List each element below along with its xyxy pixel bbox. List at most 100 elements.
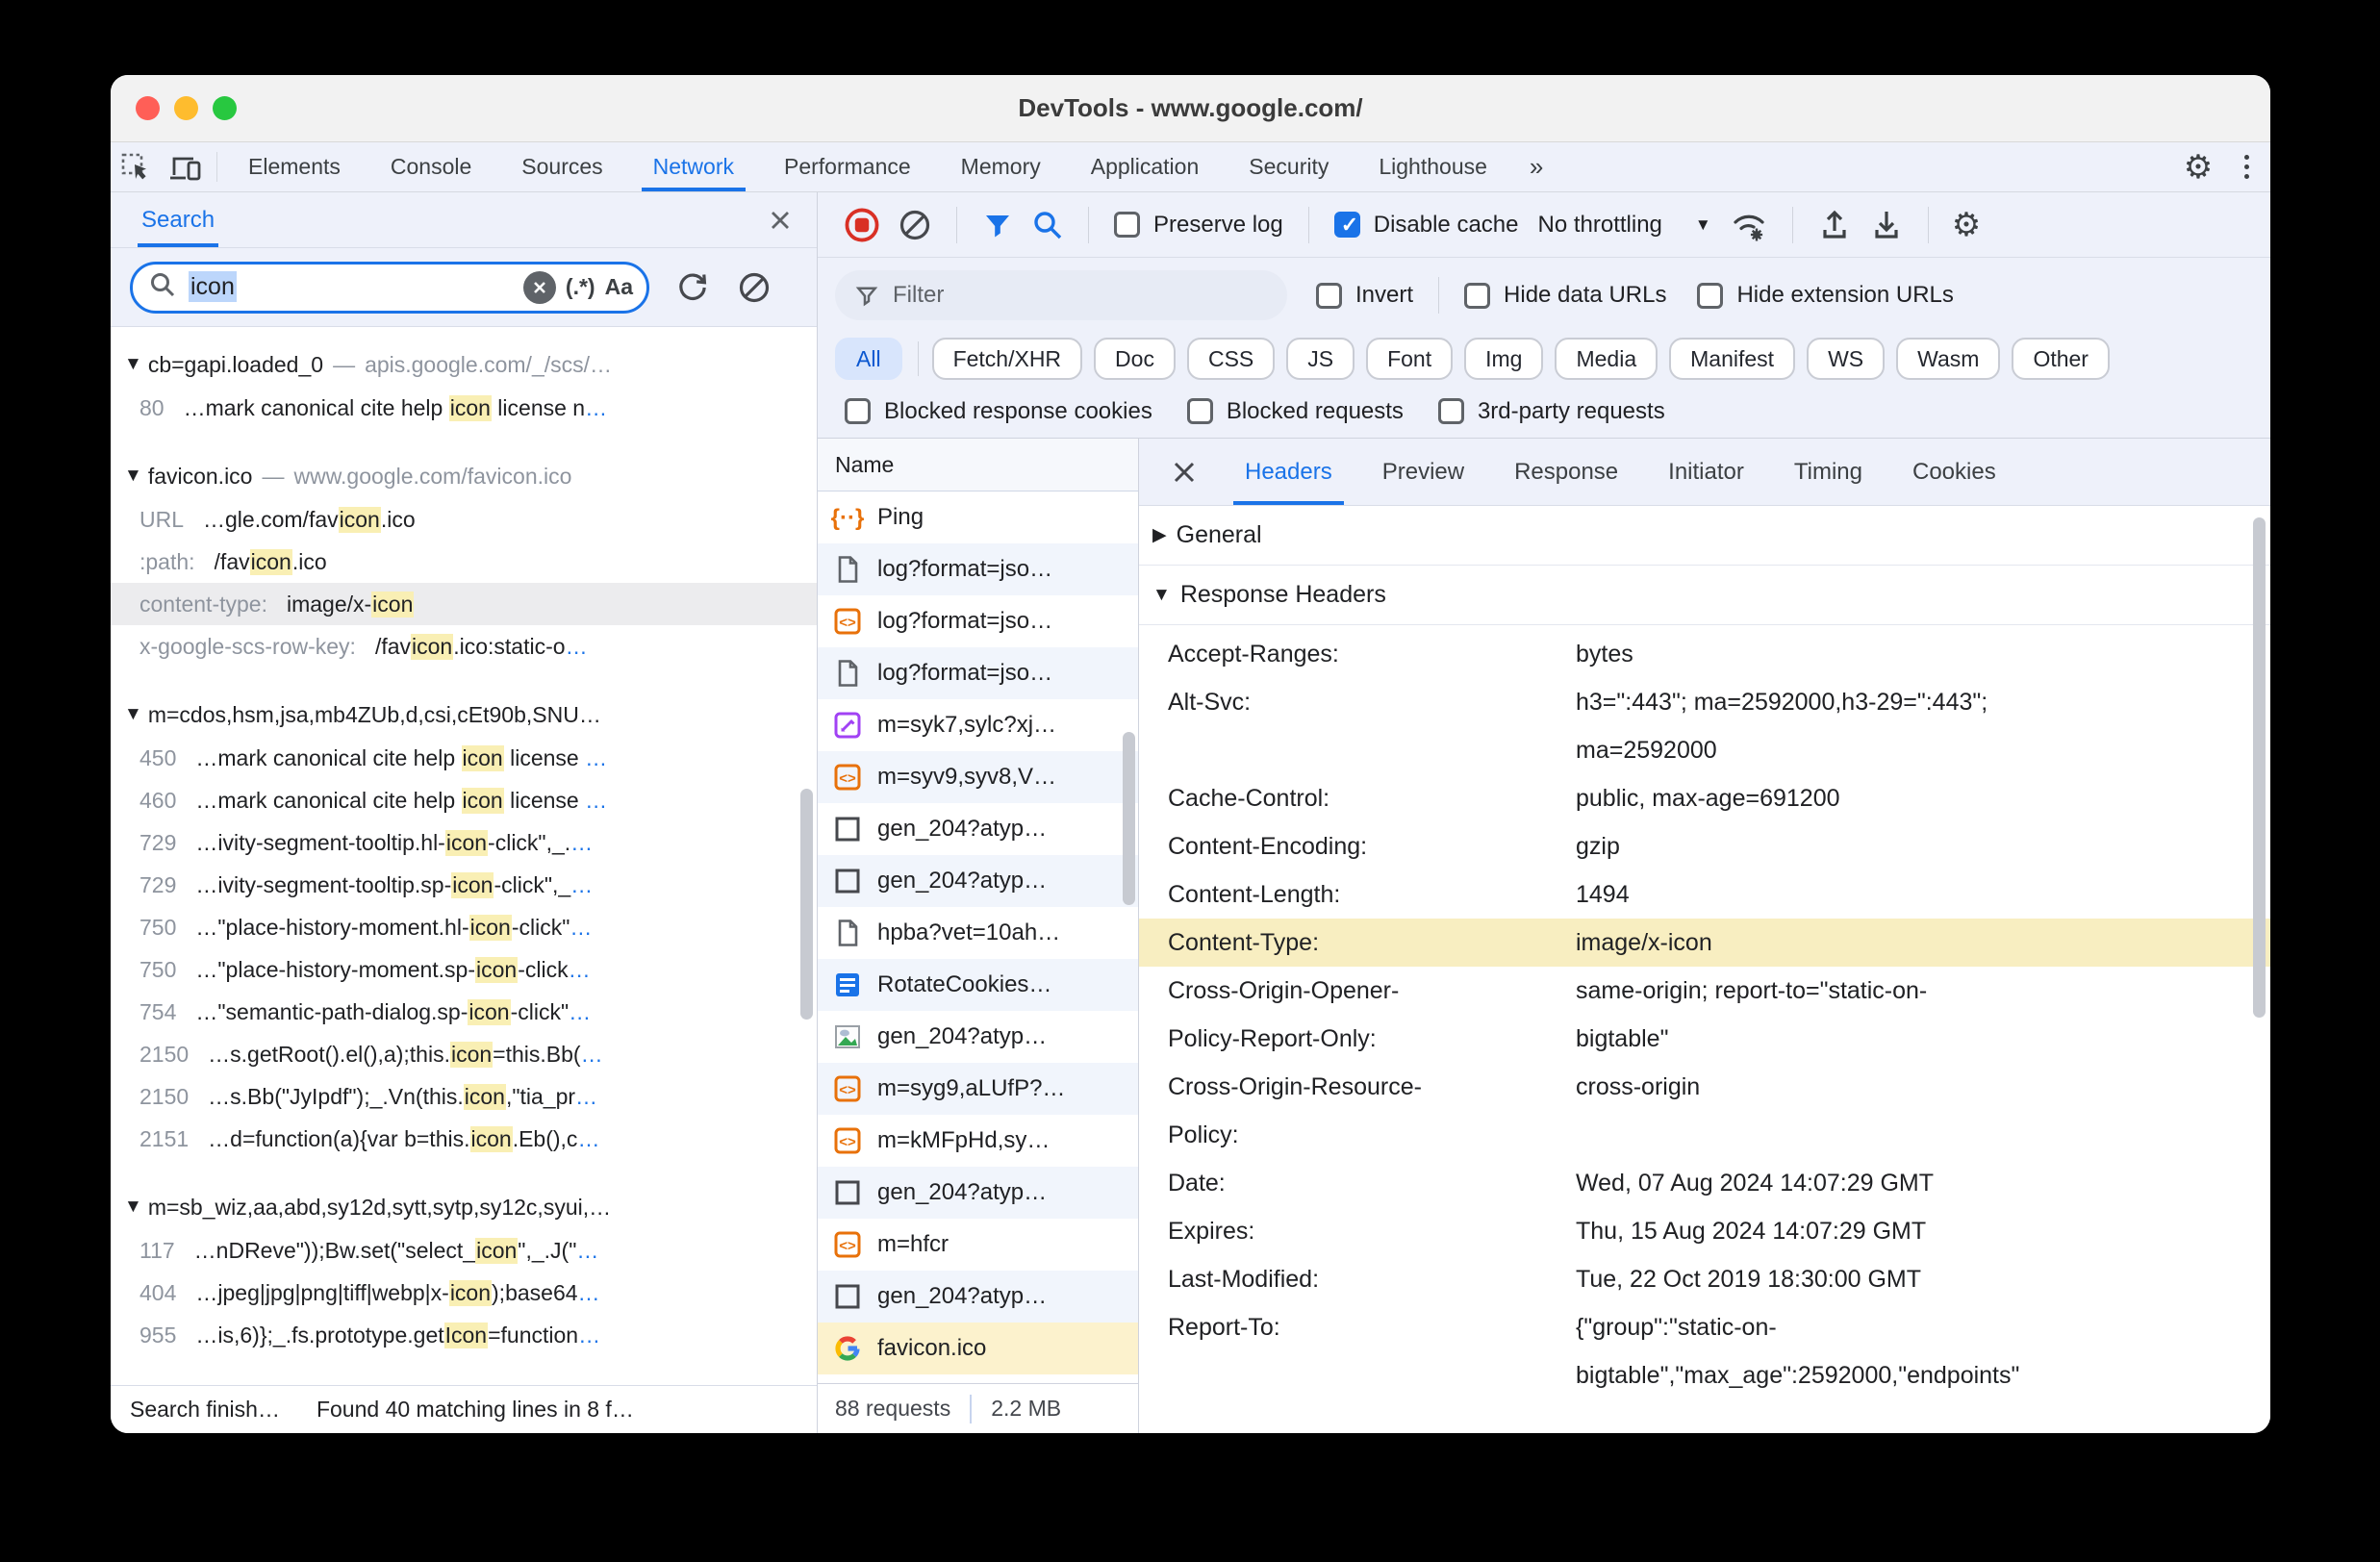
- invert-checkbox[interactable]: Invert: [1316, 282, 1413, 309]
- details-tab-timing[interactable]: Timing: [1788, 439, 1868, 505]
- search-match-row[interactable]: x-google-scs-row-key: /favicon.ico:static…: [111, 625, 817, 668]
- network-settings-button[interactable]: ⚙: [1952, 209, 1981, 241]
- match-case-toggle-button[interactable]: Aa: [605, 274, 633, 300]
- chip-fetch-xhr[interactable]: Fetch/XHR: [931, 338, 1083, 380]
- search-match-row[interactable]: 404 …jpeg|jpg|png|tiff|webp|x-icon);base6…: [111, 1272, 817, 1314]
- request-row[interactable]: gen_204?atyp…: [818, 1011, 1138, 1063]
- details-tab-initiator[interactable]: Initiator: [1662, 439, 1750, 505]
- search-match-row[interactable]: 955 …is,6)};_.fs.prototype.getIcon=functi…: [111, 1314, 817, 1356]
- request-row[interactable]: gen_204?atyp…: [818, 855, 1138, 907]
- request-list-scrollbar[interactable]: [1123, 732, 1135, 905]
- name-column-header[interactable]: Name: [818, 439, 1138, 491]
- response-header-row[interactable]: Last-Modified: Tue, 22 Oct 2019 18:30:00 …: [1139, 1255, 2270, 1303]
- search-match-row[interactable]: 117 …nDReve"));Bw.set("select_icon",_.J("…: [111, 1229, 817, 1272]
- request-row[interactable]: hpba?vet=10ah…: [818, 907, 1138, 959]
- filter-toggle-button[interactable]: [980, 208, 1015, 242]
- import-har-button[interactable]: [1816, 207, 1853, 243]
- tab-performance[interactable]: Performance: [759, 142, 936, 191]
- more-tabs-button[interactable]: »: [1512, 142, 1560, 191]
- request-row[interactable]: favicon.ico: [818, 1323, 1138, 1374]
- zoom-window-button[interactable]: [213, 96, 237, 120]
- filter-input[interactable]: Filter: [835, 270, 1287, 320]
- general-section-header[interactable]: ▶ General: [1139, 506, 2270, 566]
- details-tab-headers[interactable]: Headers: [1233, 439, 1344, 505]
- search-input[interactable]: icon (.*) Aa: [130, 261, 649, 314]
- tab-application[interactable]: Application: [1066, 142, 1225, 191]
- chip-ws[interactable]: WS: [1807, 338, 1886, 380]
- regex-toggle-button[interactable]: (.*): [566, 274, 595, 300]
- search-match-row[interactable]: :path: /favicon.ico: [111, 541, 817, 583]
- response-headers-section-header[interactable]: ▼ Response Headers: [1139, 566, 2270, 625]
- minimize-window-button[interactable]: [174, 96, 198, 120]
- search-scrollbar[interactable]: [800, 789, 813, 1020]
- response-header-row[interactable]: Alt-Svc: h3=":443"; ma=2592000,h3-29=":44…: [1139, 678, 2270, 774]
- inspect-element-button[interactable]: [111, 142, 161, 191]
- chip-all[interactable]: All: [835, 338, 902, 380]
- response-header-row[interactable]: Expires: Thu, 15 Aug 2024 14:07:29 GMT: [1139, 1207, 2270, 1255]
- search-match-row[interactable]: 2151 …d=function(a){var b=this.icon.Eb(),…: [111, 1118, 817, 1160]
- request-row[interactable]: m=syk7,sylc?xj…: [818, 699, 1138, 751]
- search-group-header[interactable]: ▼ m=cdos,hsm,jsa,mb4ZUb,d,csi,cEt90b,SNU…: [111, 693, 817, 737]
- search-match-row[interactable]: 729 …ivity-segment-tooltip.sp-icon-click"…: [111, 864, 817, 906]
- chip-doc[interactable]: Doc: [1094, 338, 1176, 380]
- search-match-row[interactable]: 729 …ivity-segment-tooltip.hl-icon-click"…: [111, 821, 817, 864]
- request-row[interactable]: gen_204?atyp…: [818, 803, 1138, 855]
- tab-memory[interactable]: Memory: [936, 142, 1066, 191]
- chip-media[interactable]: Media: [1555, 338, 1658, 380]
- response-header-row[interactable]: Report-To: {"group":"static-on- bigtable"…: [1139, 1303, 2270, 1399]
- device-toolbar-button[interactable]: [161, 142, 211, 191]
- tab-network[interactable]: Network: [628, 142, 759, 191]
- request-row[interactable]: <> m=kMFpHd,sy…: [818, 1115, 1138, 1167]
- search-match-row[interactable]: 750 …"place-history-moment.hl-icon-click"…: [111, 906, 817, 948]
- search-match-row[interactable]: URL …gle.com/favicon.ico: [111, 498, 817, 541]
- search-match-row[interactable]: 754 …"semantic-path-dialog.sp-icon-click"…: [111, 991, 817, 1033]
- details-tab-response[interactable]: Response: [1508, 439, 1624, 505]
- chip-manifest[interactable]: Manifest: [1669, 338, 1796, 380]
- response-header-row[interactable]: Date: Wed, 07 Aug 2024 14:07:29 GMT: [1139, 1159, 2270, 1207]
- request-row[interactable]: <> log?format=jso…: [818, 595, 1138, 647]
- request-row[interactable]: log?format=jso…: [818, 647, 1138, 699]
- chip-wasm[interactable]: Wasm: [1896, 338, 2001, 380]
- search-match-row[interactable]: 460 …mark canonical cite help icon licens…: [111, 779, 817, 821]
- response-header-row[interactable]: Content-Length: 1494: [1139, 870, 2270, 919]
- request-row[interactable]: RotateCookies…: [818, 959, 1138, 1011]
- close-window-button[interactable]: [136, 96, 160, 120]
- disable-cache-checkbox[interactable]: Disable cache: [1333, 212, 1518, 239]
- response-header-row[interactable]: Content-Type: image/x-icon: [1139, 919, 2270, 967]
- request-row[interactable]: <> m=hfcr: [818, 1219, 1138, 1271]
- close-details-button[interactable]: [1149, 439, 1220, 505]
- search-match-row[interactable]: 750 …"place-history-moment.sp-icon-click…: [111, 948, 817, 991]
- tab-security[interactable]: Security: [1224, 142, 1354, 191]
- throttling-dropdown[interactable]: No throttling ▼: [1537, 212, 1710, 239]
- tab-search[interactable]: Search: [138, 192, 219, 247]
- main-menu-button[interactable]: [2223, 155, 2270, 179]
- filter-checkbox-blocked-response-cookies[interactable]: Blocked response cookies: [845, 398, 1152, 425]
- search-match-row[interactable]: 2150 …s.getRoot().el(),a);this.icon=this.…: [111, 1033, 817, 1075]
- hide-data-urls-checkbox[interactable]: Hide data URLs: [1464, 282, 1666, 309]
- response-header-row[interactable]: Cross-Origin-Opener- Policy-Report-Only:…: [1139, 967, 2270, 1063]
- hide-extension-urls-checkbox[interactable]: Hide extension URLs: [1697, 282, 1954, 309]
- settings-button[interactable]: ⚙: [2173, 151, 2223, 184]
- tab-sources[interactable]: Sources: [496, 142, 627, 191]
- search-match-row[interactable]: 450 …mark canonical cite help icon licens…: [111, 737, 817, 779]
- search-match-row[interactable]: 80 …mark canonical cite help icon license…: [111, 387, 817, 429]
- chip-img[interactable]: Img: [1464, 338, 1544, 380]
- details-tab-preview[interactable]: Preview: [1377, 439, 1470, 505]
- request-row[interactable]: <> m=syv9,syv8,V…: [818, 751, 1138, 803]
- details-scrollbar[interactable]: [2253, 517, 2266, 1018]
- details-tab-cookies[interactable]: Cookies: [1907, 439, 2002, 505]
- preserve-log-checkbox[interactable]: Preserve log: [1114, 212, 1283, 239]
- request-row[interactable]: {··} Ping: [818, 491, 1138, 543]
- filter-checkbox-blocked-requests[interactable]: Blocked requests: [1186, 398, 1404, 425]
- chip-other[interactable]: Other: [2012, 338, 2110, 380]
- clear-search-button[interactable]: [522, 270, 556, 304]
- response-header-row[interactable]: Accept-Ranges: bytes: [1139, 630, 2270, 678]
- search-match-row[interactable]: 2150 …s.Bb("JyIpdf");_.Vn(this.icon,"tia_…: [111, 1075, 817, 1118]
- network-search-button[interactable]: [1030, 208, 1065, 242]
- record-network-log-button[interactable]: [843, 206, 881, 244]
- request-row[interactable]: gen_204?atyp…: [818, 1167, 1138, 1219]
- refresh-search-button[interactable]: [674, 269, 711, 306]
- chip-css[interactable]: CSS: [1186, 338, 1276, 380]
- tab-elements[interactable]: Elements: [223, 142, 366, 191]
- request-row[interactable]: <> m=syg9,aLUfP?…: [818, 1063, 1138, 1115]
